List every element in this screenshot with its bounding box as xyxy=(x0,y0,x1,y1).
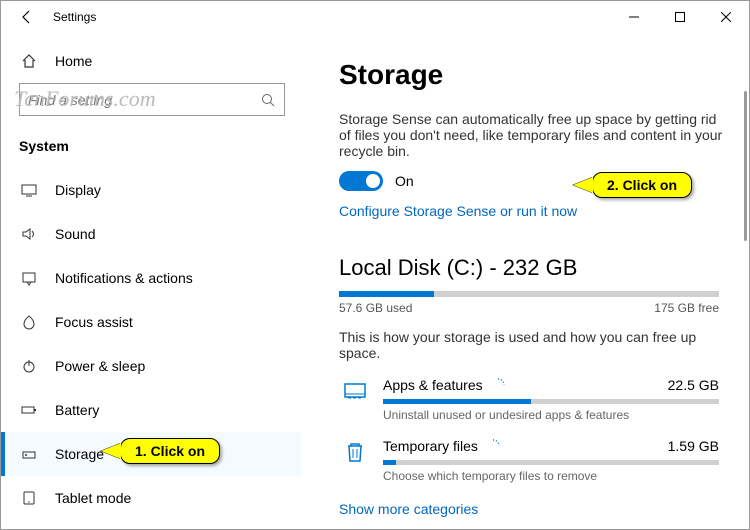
close-button[interactable] xyxy=(703,1,749,33)
show-more-categories-link[interactable]: Show more categories xyxy=(339,501,478,517)
display-icon xyxy=(19,182,39,198)
disk-usage-fill xyxy=(339,291,434,297)
battery-icon xyxy=(19,402,39,418)
disk-used-label: 57.6 GB used xyxy=(339,301,412,315)
focus-assist-icon xyxy=(19,314,39,330)
category-apps-features[interactable]: Apps & features 22.5 GB Uninstall unused… xyxy=(339,377,719,422)
toggle-state-label: On xyxy=(395,173,414,189)
storage-icon xyxy=(19,446,39,462)
sidebar-item-label: Sound xyxy=(55,226,95,242)
category-bar xyxy=(383,460,719,465)
loading-spinner-icon xyxy=(491,378,505,392)
category-size: 22.5 GB xyxy=(668,377,719,393)
title-bar: Settings xyxy=(1,1,749,33)
sidebar-item-tablet-mode[interactable]: Tablet mode xyxy=(1,476,301,520)
configure-storage-sense-link[interactable]: Configure Storage Sense or run it now xyxy=(339,203,577,219)
sidebar-item-label: Tablet mode xyxy=(55,490,131,506)
category-temporary-files[interactable]: Temporary files 1.59 GB Choose which tem… xyxy=(339,438,719,483)
category-size: 1.59 GB xyxy=(668,438,719,454)
category-hint: Uninstall unused or undesired apps & fea… xyxy=(383,408,719,422)
sidebar-item-label: Focus assist xyxy=(55,314,133,330)
callout-one: 1. Click on xyxy=(120,438,220,464)
sidebar-item-display[interactable]: Display xyxy=(1,168,301,212)
home-icon xyxy=(19,53,39,69)
sidebar-item-label: Display xyxy=(55,182,101,198)
home-label: Home xyxy=(55,53,92,69)
storage-sense-desc: Storage Sense can automatically free up … xyxy=(339,111,723,159)
disk-usage-bar xyxy=(339,291,719,297)
sound-icon xyxy=(19,226,39,242)
minimize-button[interactable] xyxy=(611,1,657,33)
apps-features-icon xyxy=(339,377,371,403)
loading-spinner-icon xyxy=(486,439,500,453)
disk-usage-labels: 57.6 GB used 175 GB free xyxy=(339,301,719,315)
window-controls xyxy=(611,1,749,33)
sidebar-item-label: Storage xyxy=(55,446,104,462)
category-title: Temporary files xyxy=(383,438,478,454)
callout-two: 2. Click on xyxy=(592,172,692,198)
sidebar-item-focus-assist[interactable]: Focus assist xyxy=(1,300,301,344)
category-hint: Choose which temporary files to remove xyxy=(383,469,719,483)
maximize-button[interactable] xyxy=(657,1,703,33)
trash-icon xyxy=(339,438,371,464)
sidebar-item-battery[interactable]: Battery xyxy=(1,388,301,432)
sidebar-item-sound[interactable]: Sound xyxy=(1,212,301,256)
usage-desc: This is how your storage is used and how… xyxy=(339,329,723,361)
notifications-icon xyxy=(19,270,39,286)
content-pane: Storage Storage Sense can automatically … xyxy=(301,33,749,529)
sidebar-item-label: Power & sleep xyxy=(55,358,145,374)
sidebar-item-label: Battery xyxy=(55,402,99,418)
sidebar-item-power-sleep[interactable]: Power & sleep xyxy=(1,344,301,388)
tablet-icon xyxy=(19,490,39,506)
scrollbar[interactable] xyxy=(744,91,747,241)
disk-title: Local Disk (C:) - 232 GB xyxy=(339,255,723,281)
search-icon xyxy=(260,92,276,108)
home-nav[interactable]: Home xyxy=(1,43,301,79)
page-heading: Storage xyxy=(339,59,723,91)
disk-free-label: 175 GB free xyxy=(654,301,719,315)
category-bar xyxy=(383,399,719,404)
sidebar-item-notifications[interactable]: Notifications & actions xyxy=(1,256,301,300)
storage-sense-toggle[interactable] xyxy=(339,171,383,191)
category-title: Apps & features xyxy=(383,377,483,393)
power-icon xyxy=(19,358,39,374)
window-title: Settings xyxy=(53,10,96,24)
back-button[interactable] xyxy=(13,3,41,31)
search-input[interactable] xyxy=(28,92,260,108)
section-title: System xyxy=(1,128,301,168)
sidebar-item-label: Notifications & actions xyxy=(55,270,193,286)
search-box[interactable] xyxy=(19,83,285,116)
